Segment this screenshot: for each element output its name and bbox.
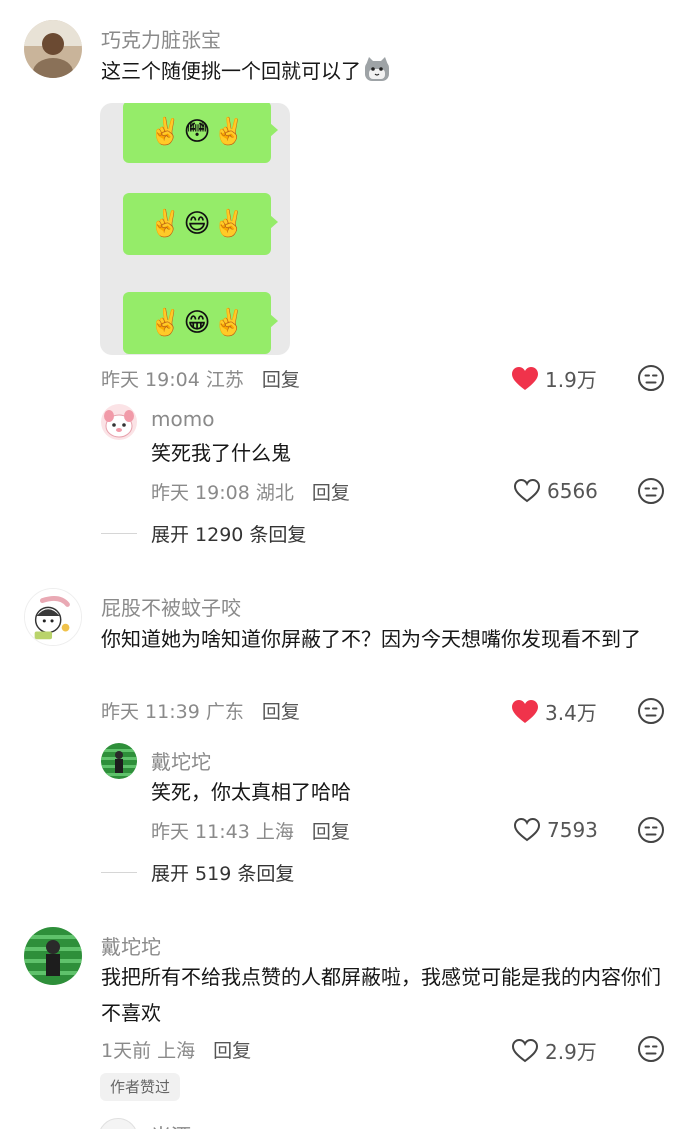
reply-author[interactable]: 戴坨坨: [151, 746, 211, 775]
chat-bubble-3: ✌️ 😁 ✌️: [123, 292, 278, 354]
comment-author[interactable]: 戴坨坨: [101, 931, 161, 960]
reply-meta: 昨天 19:08 湖北 回复: [151, 478, 350, 505]
avatar-reply-user-1[interactable]: [101, 404, 137, 440]
comment-meta: 昨天 11:39 广东 回复: [101, 697, 300, 724]
comment-author-partial[interactable]: 米酒: [151, 1120, 191, 1129]
comment-author[interactable]: 巧克力脏张宝: [101, 24, 221, 53]
reply-author[interactable]: momo: [151, 407, 214, 431]
victory-hand-emoji: ✌️: [149, 209, 182, 239]
like-button[interactable]: 2.9万: [511, 1036, 597, 1065]
grinning-face-emoji: 😁: [183, 308, 211, 338]
reply-meta: 昨天 11:43 上海 回复: [151, 817, 350, 844]
reply-like-button[interactable]: 6566: [513, 478, 598, 504]
expand-replies-button[interactable]: 展开 1290 条回复: [101, 520, 306, 547]
dislike-face-icon: [638, 365, 664, 391]
avatar-user-4-partial[interactable]: [98, 1118, 138, 1129]
chat-bubble-2: ✌️ 😄 ✌️: [123, 193, 278, 255]
heart-outline-icon: [513, 478, 541, 503]
smiling-face-emoji: 😄: [183, 209, 211, 239]
reply-button[interactable]: 回复: [312, 821, 350, 843]
like-count: 1.9万: [545, 368, 597, 392]
comment-meta: 1天前 上海 回复: [101, 1036, 251, 1063]
dislike-face-icon: [638, 698, 664, 724]
like-button[interactable]: 1.9万: [511, 364, 597, 393]
expand-divider: [101, 533, 137, 534]
reply-button[interactable]: 回复: [262, 369, 300, 391]
dislike-face-icon: [638, 478, 664, 504]
like-button[interactable]: 3.4万: [511, 697, 597, 726]
reply-time-location: 昨天 19:08 湖北: [151, 482, 294, 504]
like-count: 7593: [547, 818, 598, 842]
expand-replies-button[interactable]: 展开 519 条回复: [101, 859, 294, 886]
comment-meta: 昨天 19:04 江苏 回复: [101, 365, 300, 392]
chat-bubble-1: ✌️ 😳 ✌️: [123, 103, 278, 163]
dislike-face-icon: [638, 817, 664, 843]
victory-hand-emoji: ✌️: [149, 308, 182, 338]
dislike-button[interactable]: [637, 1035, 665, 1063]
flushed-face-emoji: 😳: [183, 117, 211, 147]
reply-text: 笑死我了什么鬼: [151, 441, 291, 465]
like-count: 6566: [547, 479, 598, 503]
dislike-button[interactable]: [637, 477, 665, 505]
victory-hand-emoji: ✌️: [149, 117, 182, 147]
avatar-user-3[interactable]: [24, 927, 82, 985]
comment-time-location: 昨天 19:04 江苏: [101, 369, 244, 391]
comment-text: 这三个随便挑一个回就可以了: [101, 53, 661, 89]
victory-hand-emoji: ✌️: [212, 209, 245, 239]
heart-outline-icon: [511, 1038, 539, 1062]
comment-image[interactable]: ✌️ 😳 ✌️ ✌️ 😄 ✌️ ✌️ 😁 ✌️: [100, 103, 290, 355]
avatar-reply-user-2[interactable]: [101, 743, 137, 779]
cat-emoji: [363, 57, 391, 83]
comment-text-content: 这三个随便挑一个回就可以了: [101, 59, 361, 83]
like-count: 2.9万: [545, 1040, 597, 1064]
comment-text: 我把所有不给我点赞的人都屏蔽啦，我感觉可能是我的内容你们不喜欢: [101, 965, 661, 1025]
dislike-face-icon: [638, 1036, 664, 1062]
author-liked-badge: 作者赞过: [100, 1073, 181, 1101]
reply-like-button[interactable]: 7593: [513, 817, 598, 843]
heart-outline-icon: [513, 817, 541, 842]
like-count: 3.4万: [545, 701, 597, 725]
reply-button[interactable]: 回复: [312, 482, 350, 504]
dislike-button[interactable]: [637, 816, 665, 844]
expand-divider: [101, 872, 137, 873]
victory-hand-emoji: ✌️: [212, 308, 245, 338]
comment-time-location: 1天前 上海: [101, 1040, 196, 1062]
reply-text: 笑死，你太真相了哈哈: [151, 780, 351, 804]
dislike-button[interactable]: [637, 364, 665, 392]
avatar-user-2[interactable]: [24, 588, 82, 646]
comment-author[interactable]: 屁股不被蚊子咬: [101, 592, 241, 621]
comment-text: 你知道她为啥知道你屏蔽了不？因为今天想嘴你发现看不到了: [101, 627, 641, 651]
reply-button[interactable]: 回复: [213, 1040, 251, 1062]
expand-replies-label: 展开 1290 条回复: [151, 524, 307, 546]
comment-time-location: 昨天 11:39 广东: [101, 701, 244, 723]
heart-filled-icon: [512, 699, 538, 723]
expand-replies-label: 展开 519 条回复: [151, 863, 295, 885]
heart-filled-icon: [512, 366, 538, 390]
avatar-user-1[interactable]: [24, 20, 82, 78]
reply-button[interactable]: 回复: [262, 701, 300, 723]
dislike-button[interactable]: [637, 697, 665, 725]
victory-hand-emoji: ✌️: [212, 117, 245, 147]
reply-time-location: 昨天 11:43 上海: [151, 821, 294, 843]
